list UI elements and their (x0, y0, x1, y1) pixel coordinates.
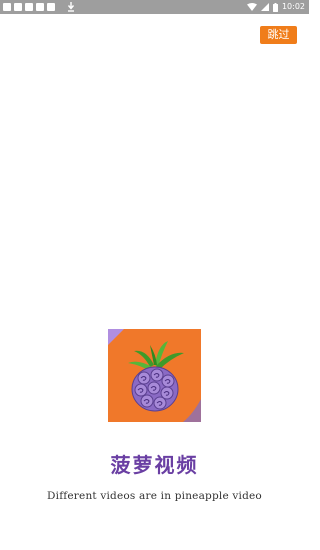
battery-icon (272, 2, 278, 12)
status-bar: 10:02 (0, 0, 309, 14)
cell-signal-icon (260, 3, 269, 11)
notification-square-icon (47, 3, 55, 11)
notification-square-icon (3, 3, 11, 11)
notification-square-icon (25, 3, 33, 11)
wifi-icon (246, 3, 257, 11)
clock: 10:02 (281, 2, 305, 11)
skip-button[interactable]: 跳过 (260, 26, 297, 44)
status-icons: 10:02 (246, 0, 305, 14)
app-tagline: Different videos are in pineapple video (47, 490, 262, 502)
notification-square-icon (36, 3, 44, 11)
download-icon (67, 2, 75, 12)
app-logo (108, 329, 201, 422)
notification-icons (3, 3, 55, 11)
notification-square-icon (14, 3, 22, 11)
app-name: 菠萝视频 (110, 453, 199, 477)
